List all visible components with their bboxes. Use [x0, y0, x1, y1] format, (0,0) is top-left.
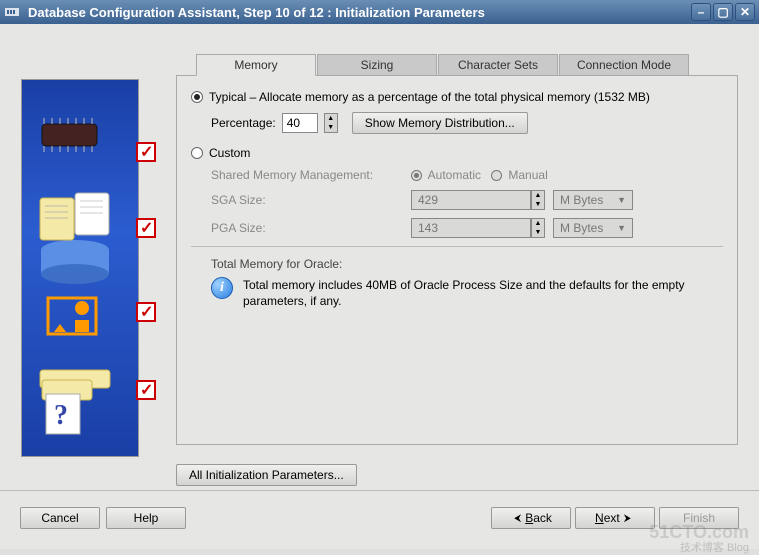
wizard-step-2-checkmark	[136, 218, 156, 238]
all-initialization-parameters-button[interactable]: All Initialization Parameters...	[176, 464, 357, 486]
spinner-down-icon: ▼	[532, 200, 544, 209]
percentage-label: Percentage:	[211, 116, 276, 130]
maximize-button[interactable]: ▢	[713, 3, 733, 21]
footer-bar: Cancel Help ⮜ Back Next ⮞ Finish	[0, 503, 759, 533]
pga-row: PGA Size: ▲ ▼ M Bytes ▼	[211, 218, 723, 238]
typical-option-row[interactable]: Typical – Allocate memory as a percentag…	[191, 90, 723, 104]
svg-text:?: ?	[54, 400, 68, 431]
wizard-icon-shapes	[30, 292, 130, 342]
close-button[interactable]: ✕	[735, 3, 755, 21]
percentage-input[interactable]	[282, 113, 318, 133]
custom-option-row[interactable]: Custom	[191, 146, 723, 160]
back-button[interactable]: ⮜ Back	[491, 507, 571, 529]
radio-smm-automatic	[411, 170, 422, 181]
app-icon	[4, 4, 20, 20]
tab-sizing[interactable]: Sizing	[317, 54, 437, 76]
wizard-step-3-checkmark	[136, 302, 156, 322]
cancel-button[interactable]: Cancel	[20, 507, 100, 529]
next-button[interactable]: Next ⮞	[575, 507, 655, 529]
smm-automatic-option: Automatic	[411, 168, 481, 182]
info-icon: i	[211, 277, 233, 299]
show-memory-distribution-button[interactable]: Show Memory Distribution...	[352, 112, 528, 134]
footer-separator	[0, 490, 759, 491]
smm-manual-option: Manual	[491, 168, 548, 182]
pga-spinner: ▲ ▼	[531, 218, 545, 238]
tab-connection-mode[interactable]: Connection Mode	[559, 54, 689, 76]
wizard-icon-db-docs	[30, 188, 130, 288]
window-content: ? Memory Sizing Character Sets Connectio…	[0, 24, 759, 549]
smm-label: Shared Memory Management:	[211, 168, 411, 182]
chevron-down-icon: ▼	[617, 223, 626, 233]
spinner-down[interactable]: ▼	[325, 123, 337, 132]
spinner-up-icon: ▲	[532, 219, 544, 228]
percentage-row: Percentage: ▲ ▼ Show Memory Distribution…	[211, 112, 723, 134]
chevron-down-icon: ▼	[617, 195, 626, 205]
smm-automatic-label: Automatic	[428, 168, 481, 182]
tab-bar: Memory Sizing Character Sets Connection …	[196, 54, 738, 76]
custom-label: Custom	[209, 146, 250, 160]
wizard-icon-folder: ?	[30, 360, 130, 440]
total-memory-info-text: Total memory includes 40MB of Oracle Pro…	[243, 277, 723, 309]
wizard-icon-chip	[30, 110, 130, 160]
total-memory-section: Total Memory for Oracle: i Total memory …	[211, 257, 723, 309]
tab-memory[interactable]: Memory	[196, 54, 316, 76]
total-memory-label: Total Memory for Oracle:	[211, 257, 723, 271]
smm-manual-label: Manual	[508, 168, 547, 182]
titlebar: Database Configuration Assistant, Step 1…	[0, 0, 759, 24]
main-panel: Memory Sizing Character Sets Connection …	[176, 54, 738, 484]
spinner-down-icon: ▼	[532, 228, 544, 237]
smm-row: Shared Memory Management: Automatic Manu…	[211, 168, 723, 182]
spinner-up-icon: ▲	[532, 191, 544, 200]
separator	[191, 246, 723, 247]
sga-size-input	[411, 190, 531, 210]
wizard-step-4-checkmark	[136, 380, 156, 400]
wizard-step-1-checkmark	[136, 142, 156, 162]
percentage-spinner[interactable]: ▲ ▼	[324, 113, 338, 133]
tab-character-sets[interactable]: Character Sets	[438, 54, 558, 76]
radio-smm-manual	[491, 170, 502, 181]
sga-unit-select: M Bytes ▼	[553, 190, 633, 210]
pga-label: PGA Size:	[211, 221, 411, 235]
minimize-button[interactable]: –	[691, 3, 711, 21]
pga-unit-select: M Bytes ▼	[553, 218, 633, 238]
radio-typical[interactable]	[191, 91, 203, 103]
chevron-left-icon: ⮜	[514, 513, 521, 524]
watermark-sub: 技术博客 Blog	[680, 539, 749, 555]
help-button[interactable]: Help	[106, 507, 186, 529]
sga-unit-label: M Bytes	[560, 193, 603, 207]
typical-label: Typical – Allocate memory as a percentag…	[209, 90, 650, 104]
tab-panel-memory: Typical – Allocate memory as a percentag…	[176, 75, 738, 445]
pga-size-input	[411, 218, 531, 238]
finish-button: Finish	[659, 507, 739, 529]
sga-label: SGA Size:	[211, 193, 411, 207]
wizard-steps-panel: ?	[21, 79, 139, 457]
pga-unit-label: M Bytes	[560, 221, 603, 235]
spinner-up[interactable]: ▲	[325, 114, 337, 123]
window-title: Database Configuration Assistant, Step 1…	[28, 5, 691, 20]
sga-spinner: ▲ ▼	[531, 190, 545, 210]
sga-row: SGA Size: ▲ ▼ M Bytes ▼	[211, 190, 723, 210]
radio-custom[interactable]	[191, 147, 203, 159]
chevron-right-icon: ⮞	[624, 513, 631, 524]
